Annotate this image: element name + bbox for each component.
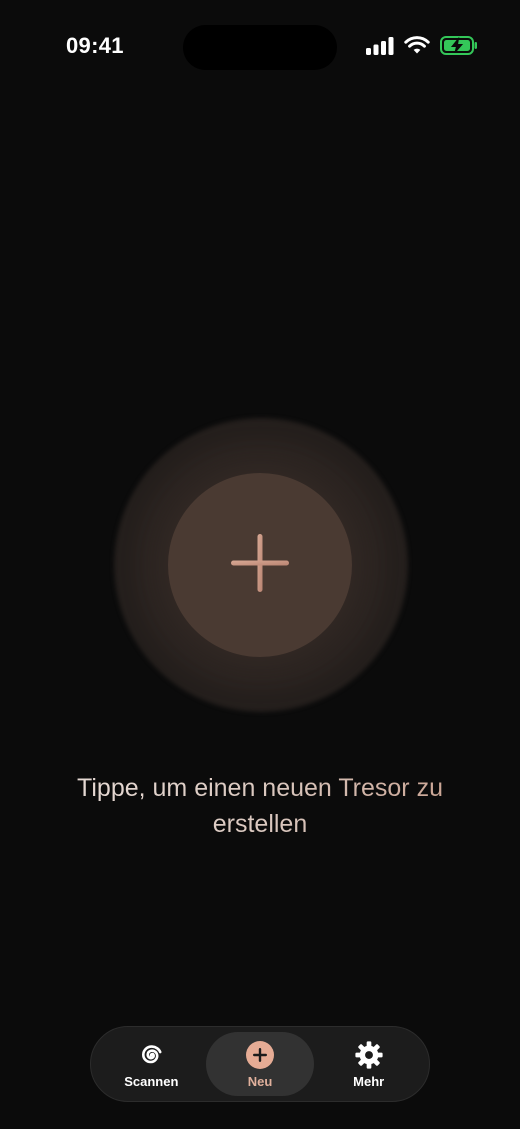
spiral-scan-icon bbox=[136, 1040, 166, 1070]
status-time: 09:41 bbox=[66, 33, 124, 58]
tab-neu[interactable]: Neu bbox=[205, 1032, 315, 1096]
tab-mehr[interactable]: Mehr bbox=[314, 1032, 423, 1096]
signal-icon bbox=[366, 36, 394, 60]
tab-scannen[interactable]: Scannen bbox=[97, 1032, 206, 1096]
status-bar: 09:41 bbox=[0, 0, 520, 96]
tab-label-mehr: Mehr bbox=[353, 1073, 385, 1089]
tab-label-neu: Neu bbox=[247, 1073, 273, 1089]
plus-circle-icon bbox=[245, 1040, 275, 1070]
create-vault-hint: Tippe, um einen neuen Tresor zu erstelle… bbox=[40, 770, 480, 842]
wifi-icon bbox=[404, 36, 430, 60]
dynamic-island bbox=[183, 25, 337, 70]
create-area: Tippe, um einen neuen Tresor zu erstelle… bbox=[0, 0, 520, 1129]
status-icons bbox=[366, 36, 478, 60]
plus-icon bbox=[228, 531, 292, 600]
create-vault-button[interactable] bbox=[168, 473, 352, 657]
gear-icon bbox=[354, 1040, 384, 1070]
tab-bar: Scannen Neu Mehr bbox=[90, 1026, 430, 1102]
tab-label-scannen: Scannen bbox=[124, 1073, 179, 1089]
battery-charging-icon bbox=[440, 36, 478, 60]
